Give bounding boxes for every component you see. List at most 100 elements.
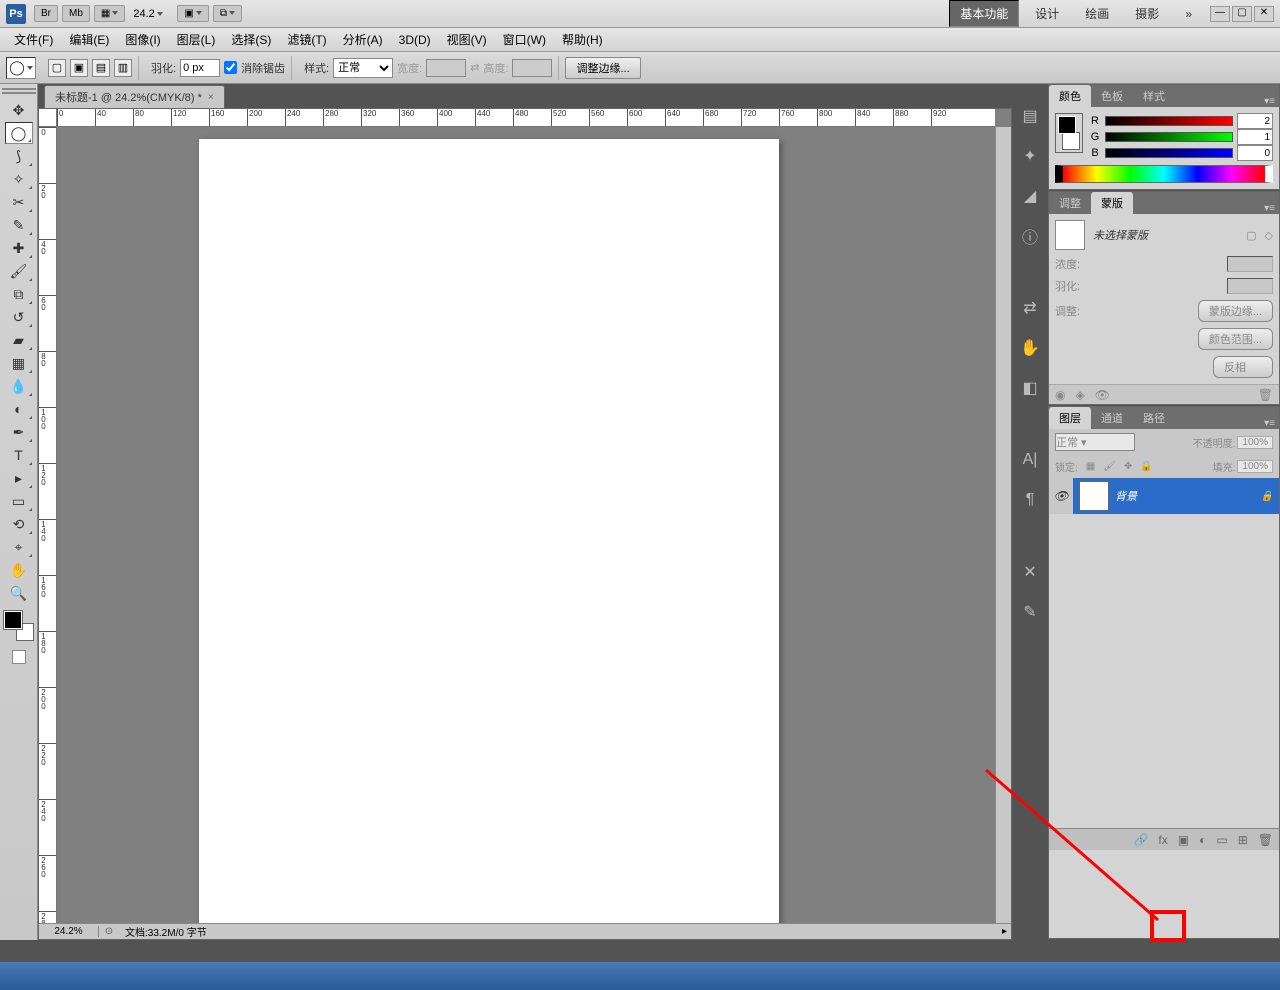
swatches-panel-icon[interactable]: ◧ [1018, 376, 1042, 400]
selection-new-icon[interactable]: ▢ [48, 59, 66, 77]
b-slider[interactable] [1105, 148, 1233, 158]
tab-channels[interactable]: 通道 [1091, 407, 1133, 429]
menu-3d[interactable]: 3D(D) [391, 31, 439, 49]
workspace-design[interactable]: 设计 [1025, 1, 1069, 26]
invert-button[interactable]: 反相 [1213, 356, 1273, 378]
menu-image[interactable]: 图像(I) [117, 29, 168, 50]
standard-mode-icon[interactable] [12, 650, 26, 664]
panel-menu-icon[interactable]: ▾≡ [1264, 96, 1275, 107]
heal-tool[interactable]: ✚ [5, 237, 33, 259]
eraser-tool[interactable]: ▰ [5, 329, 33, 351]
vector-mask-icon[interactable]: ◇ [1265, 229, 1273, 242]
lasso-tool[interactable]: ⟆ [5, 145, 33, 167]
selection-intersect-icon[interactable]: ▥ [114, 59, 132, 77]
gradient-tool[interactable]: ▦ [5, 352, 33, 374]
3d-tool[interactable]: ⟲ [5, 513, 33, 535]
status-preview-icon[interactable]: ⊙ [99, 926, 119, 937]
screen-mode-button[interactable]: ▣ [177, 5, 208, 22]
histogram-panel-icon[interactable]: ◢ [1018, 184, 1042, 208]
feather-input[interactable] [180, 59, 220, 77]
history-brush-tool[interactable]: ↺ [5, 306, 33, 328]
mask-apply-icon[interactable]: ◈ [1075, 388, 1084, 402]
tab-paths[interactable]: 路径 [1133, 407, 1175, 429]
ruler-horizontal[interactable]: 0408012016020024028032036040044048052056… [57, 109, 995, 127]
menu-filter[interactable]: 滤镜(T) [279, 29, 334, 50]
g-value[interactable] [1237, 129, 1273, 145]
layer-group-icon[interactable]: ▭ [1216, 833, 1227, 847]
foreground-color-swatch[interactable] [4, 611, 22, 629]
current-tool-icon[interactable]: ◯ [6, 57, 36, 79]
lock-transparent-icon[interactable]: ▦ [1086, 461, 1095, 472]
menu-help[interactable]: 帮助(H) [554, 29, 611, 50]
selection-subtract-icon[interactable]: ▤ [92, 59, 110, 77]
hand-tool[interactable]: ✋ [5, 559, 33, 581]
panel-menu-icon[interactable]: ▾≡ [1264, 203, 1275, 214]
cross-panel-icon[interactable]: ✕ [1018, 560, 1042, 584]
lock-pixels-icon[interactable]: 🖌 [1103, 461, 1116, 472]
bridge-button[interactable]: Br [34, 5, 58, 22]
workspace-basic[interactable]: 基本功能 [949, 0, 1019, 27]
menu-edit[interactable]: 编辑(E) [61, 29, 117, 50]
color-spectrum[interactable] [1055, 165, 1273, 183]
crop-tool[interactable]: ✂ [5, 191, 33, 213]
layer-fx-icon[interactable]: fx [1158, 833, 1167, 847]
color-swatches[interactable] [4, 611, 34, 641]
delete-layer-icon[interactable]: 🗑 [1258, 833, 1273, 847]
layer-name[interactable]: 背景 [1115, 488, 1261, 504]
layer-row-background[interactable]: 👁 背景 🔒 [1049, 478, 1279, 514]
zoom-readout[interactable]: 24.2 [133, 8, 173, 20]
lock-all-icon[interactable]: 🔒 [1140, 461, 1152, 472]
path-select-tool[interactable]: ▸ [5, 467, 33, 489]
view-extras-button[interactable]: ▦ [94, 5, 125, 22]
r-slider[interactable] [1105, 116, 1233, 126]
arrange-docs-button[interactable]: ⧉ [213, 5, 242, 22]
dodge-tool[interactable]: ◐ [5, 398, 33, 420]
pen-tool[interactable]: ✒ [5, 421, 33, 443]
r-value[interactable] [1237, 113, 1273, 129]
tab-swatches[interactable]: 色板 [1091, 85, 1133, 107]
history-panel-icon[interactable]: ▤ [1018, 104, 1042, 128]
brush-preset-icon[interactable]: ✎ [1018, 600, 1042, 624]
paragraph-panel-icon[interactable]: ¶ [1018, 488, 1042, 512]
panel-menu-icon[interactable]: ▾≡ [1264, 418, 1275, 429]
minimize-button[interactable]: — [1210, 6, 1230, 22]
navigator-panel-icon[interactable]: ✦ [1018, 144, 1042, 168]
menu-window[interactable]: 窗口(W) [495, 29, 554, 50]
style-select[interactable]: 正常 [333, 58, 393, 78]
scrollbar-vertical[interactable] [995, 127, 1011, 923]
canvas-page[interactable] [199, 139, 779, 929]
stamp-tool[interactable]: ⧉ [5, 283, 33, 305]
menu-select[interactable]: 选择(S) [223, 29, 279, 50]
pixel-mask-icon[interactable]: ▢ [1246, 229, 1256, 242]
tab-masks[interactable]: 蒙版 [1091, 192, 1133, 214]
eyedropper-tool[interactable]: ✎ [5, 214, 33, 236]
antialias-checkbox[interactable] [224, 61, 237, 74]
mask-disable-icon[interactable]: 👁 [1095, 388, 1110, 402]
refine-edge-button[interactable]: 调整边缘... [565, 57, 640, 79]
character-panel-icon[interactable]: A| [1018, 448, 1042, 472]
status-arrow-icon[interactable]: ▸ [1002, 926, 1007, 937]
tool-presets-icon[interactable]: ⇄ [1018, 296, 1042, 320]
status-info[interactable]: 文档:33.2M/0 字节 [119, 924, 1002, 939]
zoom-tool[interactable]: 🔍 [5, 582, 33, 604]
tab-adjustments[interactable]: 调整 [1049, 192, 1091, 214]
mask-edge-button[interactable]: 蒙版边缘... [1198, 300, 1273, 322]
menu-view[interactable]: 视图(V) [439, 29, 495, 50]
tab-layers[interactable]: 图层 [1049, 407, 1091, 429]
workspace-photo[interactable]: 摄影 [1125, 1, 1169, 26]
shape-tool[interactable]: ▭ [5, 490, 33, 512]
document-tab[interactable]: 未标题-1 @ 24.2%(CMYK/8) * × [44, 85, 225, 108]
maximize-button[interactable]: ▢ [1232, 6, 1252, 22]
info-panel-icon[interactable]: ⓘ [1018, 224, 1042, 248]
adjustment-layer-icon[interactable]: ◐ [1199, 833, 1206, 847]
marquee-tool[interactable]: ◯ [5, 122, 33, 144]
menu-layer[interactable]: 图层(L) [169, 29, 224, 50]
new-layer-icon[interactable]: ⊞ [1238, 833, 1248, 847]
mask-load-icon[interactable]: ◉ [1055, 388, 1065, 402]
selection-add-icon[interactable]: ▣ [70, 59, 88, 77]
brush-panel-icon[interactable]: ✋ [1018, 336, 1042, 360]
close-tab-icon[interactable]: × [208, 92, 214, 103]
3d-camera-tool[interactable]: ⌖ [5, 536, 33, 558]
b-value[interactable] [1237, 145, 1273, 161]
brush-tool[interactable]: 🖌 [5, 260, 33, 282]
